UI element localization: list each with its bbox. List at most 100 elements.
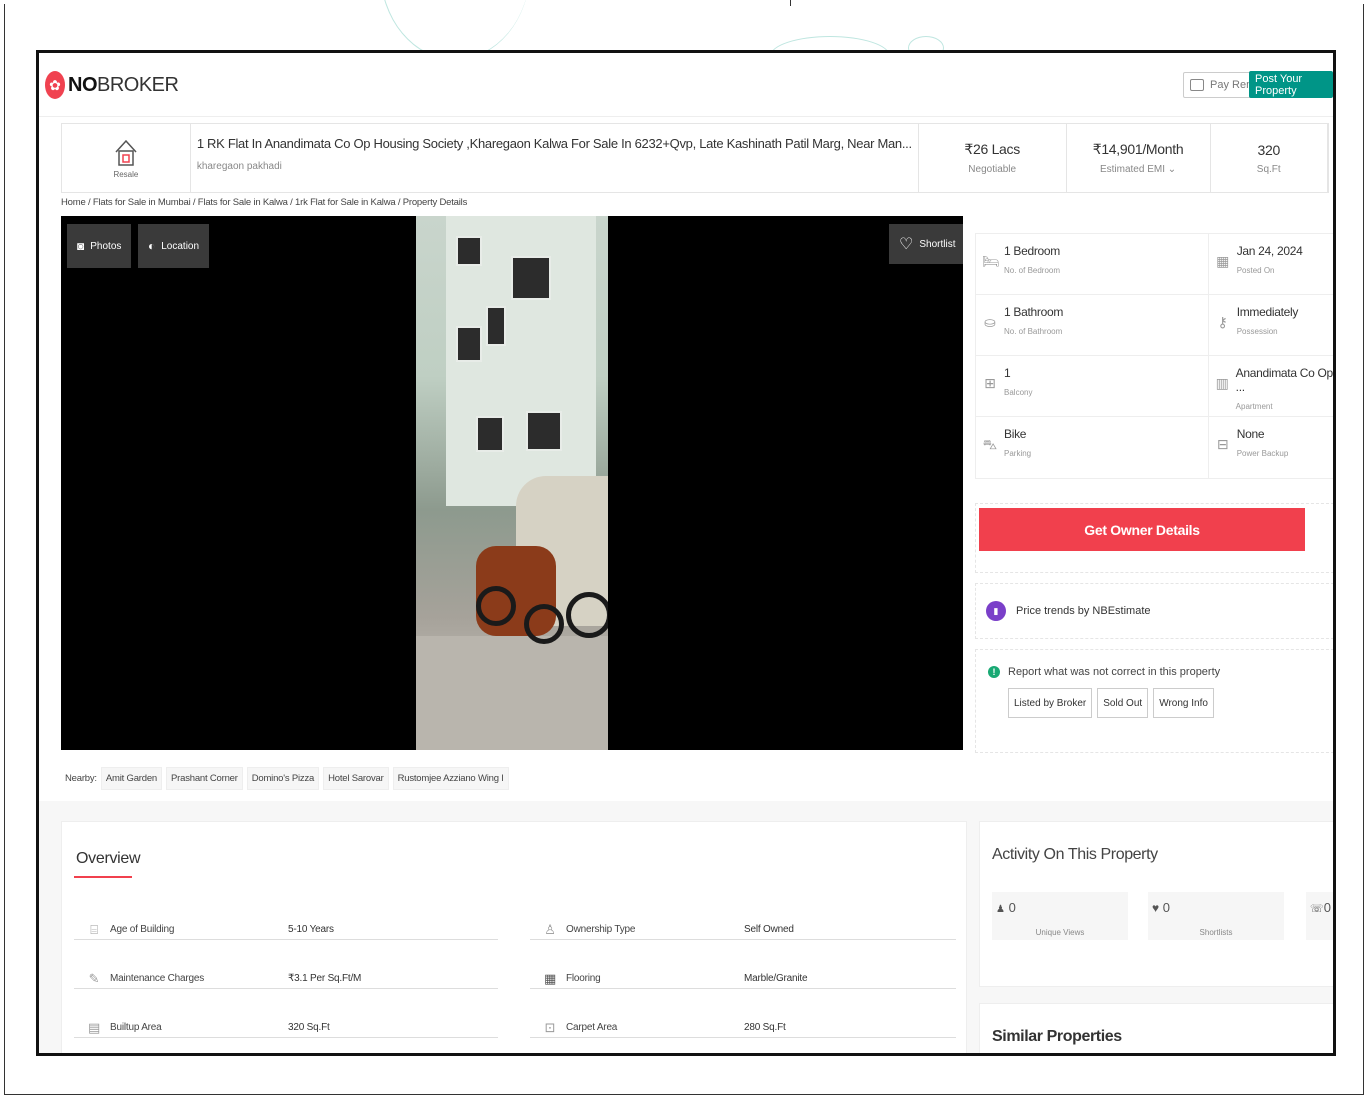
post-property-button[interactable]: Post Your Property (1249, 71, 1333, 98)
camera-icon: ◙ (77, 239, 85, 253)
chart-icon: ▮ (986, 601, 1006, 621)
price-block: ₹26 Lacs Negotiable (919, 124, 1067, 192)
logo-mark-icon: ✿ (45, 71, 65, 99)
report-box: ! Report what was not correct in this pr… (975, 649, 1333, 753)
shortlists-stat: ♥ 0 Shortlists (1148, 892, 1284, 940)
details-row: ⛍ Bike Parking ⊟ None Power Backup (976, 417, 1333, 478)
report-sold-out-button[interactable]: Sold Out (1097, 688, 1149, 718)
posted-on-detail: ▦ Jan 24, 2024 Posted On (1216, 244, 1303, 275)
details-row: ⛀ 1 Bathroom No. of Bathroom ⚷ Immediatel… (976, 295, 1333, 356)
nearby-chip[interactable]: Hotel Sarovar (323, 766, 389, 790)
overview-title: Overview (76, 850, 141, 867)
ownership-icon: ♙ (544, 921, 556, 937)
heart-outline-icon: ♡ (899, 236, 914, 253)
similar-properties-section: Similar Properties (979, 1003, 1333, 1056)
report-wrong-info-button[interactable]: Wrong Info (1153, 688, 1214, 718)
building-icon: ▥ (1215, 375, 1229, 391)
breadcrumb[interactable]: Home / Flats for Sale in Mumbai / Flats … (61, 197, 467, 208)
overview-underline (74, 876, 132, 878)
report-title: Report what was not correct in this prop… (1008, 666, 1221, 678)
car-icon: ⛍ (982, 436, 998, 452)
bedroom-detail: 🛏 1 Bedroom No. of Bedroom (976, 234, 1209, 294)
activity-title: Activity On This Property (992, 846, 1158, 863)
flooring-icon: ▦ (543, 970, 557, 986)
report-header: ! Report what was not correct in this pr… (988, 666, 1220, 678)
carpet-icon: ⊡ (544, 1019, 556, 1035)
power-backup-detail: ⊟ None Power Backup (1209, 417, 1333, 478)
apartment-detail: ▥ Anandimata Co Op ... Apartment (1215, 366, 1333, 411)
emi-block[interactable]: ₹14,901/Month Estimated EMI ⌄ (1067, 124, 1211, 192)
overview-row: ▤ Builtup Area 320 Sq.Ft (74, 1018, 498, 1038)
overview-row: ▦ Flooring Marble/Granite (530, 969, 956, 989)
alert-icon: ! (988, 666, 1000, 678)
bathroom-detail: ⛀ 1 Bathroom No. of Bathroom (976, 295, 1209, 355)
price-trends-label: Price trends by NBEstimate (1016, 605, 1151, 617)
area-value: 320 (1257, 141, 1281, 158)
card-icon (1190, 79, 1204, 91)
report-options: Listed by Broker Sold Out Wrong Info (1008, 688, 1219, 718)
similar-properties-title: Similar Properties (992, 1028, 1122, 1045)
overview-row: ⌸ Age of Building 5-10 Years (74, 920, 498, 940)
photo-gallery[interactable]: ◙ Photos ◐ Location ♡ Shortlist (61, 216, 963, 750)
balcony-icon: ⊞ (984, 375, 996, 391)
overview-row: ♙ Ownership Type Self Owned (530, 920, 956, 940)
property-title: 1 RK Flat In Anandimata Co Op Housing So… (196, 136, 912, 151)
details-row: 🛏 1 Bedroom No. of Bedroom ▦ Jan 24, 2024… (976, 234, 1333, 295)
property-title-bar: Resale 1 RK Flat In Anandimata Co Op Hou… (61, 123, 1329, 193)
activity-section: Activity On This Property ♟ 0 Unique Vie… (979, 821, 1333, 987)
browser-frame: ✿ NOBROKER Pay Rent Post Your Property R… (36, 50, 1336, 1056)
maintenance-icon: ✎ (88, 970, 100, 986)
bath-icon: ⛀ (984, 314, 996, 330)
property-type: Resale (62, 124, 191, 192)
balcony-detail: ⊞ 1 Balcony (976, 356, 1209, 416)
phone-icon: ☏ (1310, 903, 1324, 915)
house-icon (114, 138, 138, 168)
similar-underline (992, 1054, 1062, 1056)
overview-row: ⊡ Carpet Area 280 Sq.Ft (530, 1018, 956, 1038)
overview-section: Overview ⌸ Age of Building 5-10 Years ♙ … (61, 821, 967, 1053)
nearby-places: Nearby: Amit Garden Prashant Corner Domi… (61, 760, 967, 796)
nearby-chip[interactable]: Amit Garden (100, 766, 163, 790)
property-type-label: Resale (113, 169, 139, 179)
calendar-icon: ▦ (1216, 253, 1230, 269)
key-icon: ⚷ (1217, 314, 1228, 330)
nobroker-logo[interactable]: ✿ NOBROKER (45, 71, 179, 99)
photos-tab[interactable]: ◙ Photos (67, 224, 132, 268)
contacts-stat: ☏0 (1306, 892, 1333, 940)
unique-views-stat: ♟ 0 Unique Views (992, 892, 1128, 940)
logo-bold: NO (68, 73, 98, 96)
battery-icon: ⊟ (1216, 436, 1229, 452)
builtup-icon: ▤ (87, 1019, 101, 1035)
details-row: ⊞ 1 Balcony ▥ Anandimata Co Op ... Apartme… (976, 356, 1333, 417)
property-locality: kharegaon pakhadi (196, 161, 282, 172)
nearby-label: Nearby: (65, 772, 97, 784)
shortlist-button[interactable]: ♡ Shortlist (889, 224, 963, 264)
price-value: ₹26 Lacs (964, 141, 1020, 157)
possession-detail: ⚷ Immediately Possession (1209, 295, 1333, 355)
nearby-chip[interactable]: Domino's Pizza (246, 766, 320, 790)
building-age-icon: ⌸ (90, 921, 98, 937)
price-note: Negotiable (968, 164, 1017, 175)
site-header: ✿ NOBROKER Pay Rent Post Your Property (39, 53, 1333, 117)
area-block: 320 Sq.Ft (1211, 124, 1328, 192)
parking-detail: ⛍ Bike Parking (976, 417, 1209, 478)
overview-row: ✎ Maintenance Charges ₹3.1 Per Sq.Ft/M (74, 969, 498, 989)
get-owner-details-button[interactable]: Get Owner Details (979, 508, 1305, 551)
nearby-chip[interactable]: Rustomjee Azziano Wing I (392, 766, 509, 790)
nearby-chip[interactable]: Prashant Corner (166, 766, 243, 790)
user-icon: ♟ (996, 904, 1005, 915)
price-trends-link[interactable]: ▮ Price trends by NBEstimate (975, 583, 1333, 639)
emi-note[interactable]: Estimated EMI ⌄ (1100, 164, 1176, 175)
emi-value: ₹14,901/Month (1092, 141, 1184, 157)
property-title-block: 1 RK Flat In Anandimata Co Op Housing So… (191, 124, 919, 192)
location-tab[interactable]: ◐ Location (138, 224, 210, 268)
area-unit: Sq.Ft (1256, 163, 1281, 175)
report-listed-by-broker-button[interactable]: Listed by Broker (1008, 688, 1093, 718)
property-photo[interactable] (416, 216, 608, 750)
property-details-grid: 🛏 1 Bedroom No. of Bedroom ▦ Jan 24, 2024… (975, 233, 1333, 479)
logo-rest: BROKER (97, 73, 179, 96)
heart-icon: ♥ (1152, 901, 1160, 915)
frame-tick (790, 0, 791, 6)
bed-icon: 🛏 (982, 253, 1000, 269)
compass-icon: ◐ (148, 239, 156, 253)
